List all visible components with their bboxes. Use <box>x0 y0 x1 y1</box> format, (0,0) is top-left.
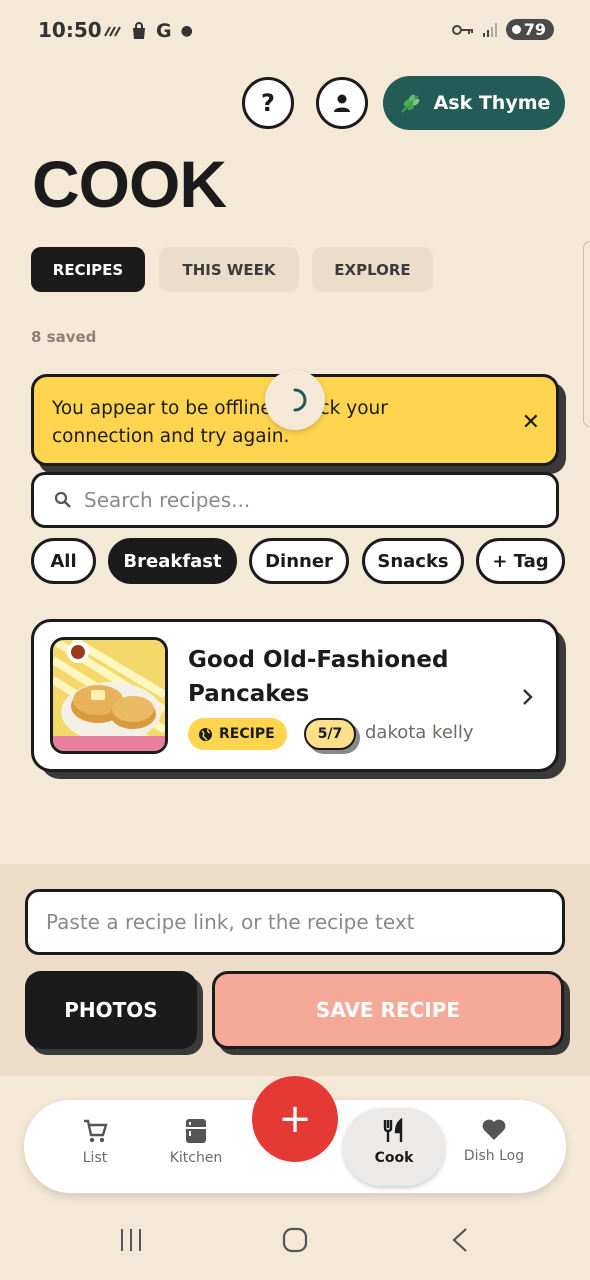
vpn-key-icon <box>451 24 473 35</box>
tab-this-week[interactable]: THIS WEEK <box>159 247 299 292</box>
add-button[interactable]: + <box>252 1076 338 1162</box>
ask-thyme-button[interactable]: Ask Thyme <box>383 76 565 130</box>
help-icon: ? <box>261 89 275 117</box>
page-title: COOK <box>32 147 227 221</box>
nav-item-kitchen[interactable]: Kitchen <box>146 1118 246 1166</box>
search-icon <box>54 491 71 508</box>
loading-spinner <box>265 370 325 430</box>
filter-chip-label: + Tag <box>492 550 549 572</box>
recipe-author: dakota kelly <box>365 722 474 743</box>
chevron-right-icon <box>523 689 533 705</box>
filter-chip-label: Breakfast <box>123 550 222 572</box>
filter-chip-label: Dinner <box>265 550 333 572</box>
recipe-card[interactable]: Good Old-Fashioned Pancakes RECIPE 5/7 d… <box>31 619 559 772</box>
plus-icon: + <box>278 1096 312 1142</box>
offline-banner-text: You appear to be offline. Check your con… <box>52 398 388 447</box>
add-tag-chip[interactable]: + Tag <box>476 538 565 584</box>
fridge-icon <box>186 1119 206 1143</box>
home-icon[interactable] <box>282 1227 308 1253</box>
back-icon[interactable] <box>450 1227 470 1253</box>
status-system-icons: 79 <box>451 19 554 40</box>
battery-icon: 79 <box>505 19 554 40</box>
person-icon <box>334 94 350 112</box>
signal-icon <box>482 22 497 37</box>
recipe-paste-input[interactable] <box>25 889 565 955</box>
saved-count: 8 saved <box>31 328 97 346</box>
dot-icon: ● <box>180 23 193 39</box>
globe-icon <box>199 727 212 741</box>
tab-this-week-label: THIS WEEK <box>182 260 276 279</box>
recipe-score-badge: 5/7 <box>304 718 356 750</box>
spinner-icon <box>293 388 307 412</box>
profile-button[interactable] <box>316 77 368 129</box>
filter-chip-dinner[interactable]: Dinner <box>249 538 349 584</box>
nav-item-dish-log[interactable]: Dish Log <box>444 1118 544 1164</box>
missed-call-icon <box>104 26 121 37</box>
filter-chip-snacks[interactable]: Snacks <box>362 538 464 584</box>
search-bar <box>31 472 559 528</box>
tab-explore-label: EXPLORE <box>334 260 411 279</box>
recent-apps-icon[interactable] <box>118 1227 144 1253</box>
tab-recipes-label: RECIPES <box>52 260 124 279</box>
herb-leaf-icon <box>400 94 419 113</box>
search-input[interactable] <box>82 487 516 513</box>
tab-explore[interactable]: EXPLORE <box>312 247 433 292</box>
pancakes-image <box>53 640 165 751</box>
nav-item-label: List <box>82 1150 108 1166</box>
tab-recipes[interactable]: RECIPES <box>31 247 145 292</box>
nav-item-cook[interactable]: Cook <box>344 1118 444 1166</box>
recipe-badge-label: RECIPE <box>219 726 275 742</box>
status-notification-icons: G ● <box>104 20 193 42</box>
edge-panel-handle[interactable] <box>583 241 590 427</box>
filter-chip-all[interactable]: All <box>31 538 96 584</box>
cart-icon <box>84 1119 108 1143</box>
status-time: 10:50 <box>38 18 102 42</box>
filter-chip-label: Snacks <box>377 550 449 572</box>
nav-item-label: Dish Log <box>463 1148 525 1164</box>
nav-item-label: Cook <box>374 1150 414 1166</box>
help-button[interactable]: ? <box>242 77 294 129</box>
heart-icon <box>482 1119 506 1140</box>
nav-item-list[interactable]: List <box>45 1118 145 1166</box>
close-icon[interactable]: ✕ <box>522 410 540 435</box>
recipe-thumbnail <box>50 637 168 754</box>
google-icon: G <box>156 20 172 42</box>
recipe-title: Good Old-Fashioned Pancakes <box>188 647 449 707</box>
nav-item-label: Kitchen <box>169 1150 223 1166</box>
ask-thyme-label: Ask Thyme <box>433 92 551 114</box>
recipe-source-badge: RECIPE <box>188 718 287 750</box>
filter-chip-breakfast[interactable]: Breakfast <box>108 538 237 584</box>
photos-button[interactable]: PHOTOS <box>25 971 197 1049</box>
utensils-icon <box>383 1118 403 1142</box>
battery-level: 79 <box>523 20 546 39</box>
shopping-bag-icon <box>133 22 145 39</box>
save-recipe-button[interactable]: SAVE RECIPE <box>212 971 564 1049</box>
filter-chip-label: All <box>50 550 77 572</box>
